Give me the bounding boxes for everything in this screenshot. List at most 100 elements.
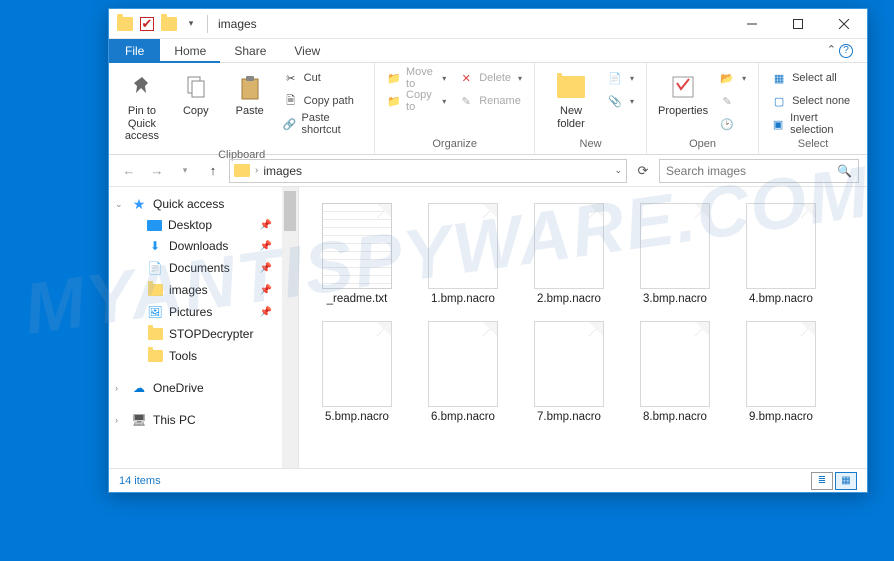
tab-share[interactable]: Share [220, 39, 280, 63]
address-bar[interactable]: › images ⌄ [229, 159, 627, 183]
select-none-button[interactable]: ▢Select none [767, 90, 859, 112]
new-item-button[interactable]: 📄▾ [603, 67, 638, 89]
ribbon-group-label: Organize [383, 136, 526, 152]
sidebar-item-desktop[interactable]: Desktop 📌 [109, 215, 298, 235]
move-to-icon: 📁 [387, 70, 401, 86]
up-button[interactable]: ↑ [201, 159, 225, 183]
file-item[interactable]: 3.bmp.nacro [625, 199, 725, 309]
downloads-icon: ⬇ [147, 238, 163, 254]
star-icon: ★ [131, 196, 147, 212]
address-dropdown-icon[interactable]: ⌄ [614, 165, 622, 176]
sidebar-item-pictures[interactable]: 🖼 Pictures 📌 [109, 301, 298, 323]
sidebar-item-stopdecrypter[interactable]: STOPDecrypter [109, 323, 298, 345]
forward-button[interactable]: → [145, 159, 169, 183]
copy-to-button[interactable]: 📁Copy to▾ [383, 90, 450, 112]
invert-selection-button[interactable]: ▣Invert selection [767, 113, 859, 135]
tab-home[interactable]: Home [160, 39, 220, 63]
address-folder-icon [234, 164, 250, 177]
blank-file-icon [640, 203, 710, 289]
qat-properties-icon[interactable]: ✔ [137, 14, 157, 34]
chevron-down-icon: ⌄ [115, 199, 123, 210]
cut-icon: ✂ [283, 70, 299, 86]
file-item[interactable]: 9.bmp.nacro [731, 317, 831, 427]
file-item[interactable]: 1.bmp.nacro [413, 199, 513, 309]
search-box[interactable]: 🔍 [659, 159, 859, 183]
breadcrumb-segment[interactable]: images [263, 164, 302, 178]
file-item[interactable]: _readme.txt [307, 199, 407, 309]
ribbon: Pin to Quick access Copy Paste ✂Cut 🗎Cop… [109, 63, 867, 155]
search-input[interactable] [666, 164, 831, 178]
copy-path-button[interactable]: 🗎Copy path [279, 90, 367, 112]
paste-shortcut-button[interactable]: 🔗Paste shortcut [279, 113, 367, 135]
copy-button[interactable]: Copy [171, 67, 221, 122]
edit-button[interactable]: ✎ [715, 90, 750, 112]
paste-button[interactable]: Paste [225, 67, 275, 122]
rename-button[interactable]: ✎Rename [454, 90, 526, 112]
pin-icon: 📌 [260, 220, 272, 231]
new-folder-button[interactable]: New folder [543, 67, 599, 134]
sidebar-scrollbar[interactable] [282, 187, 298, 468]
history-button[interactable]: 🕑 [715, 113, 750, 135]
sidebar-item-onedrive[interactable]: › ☁ OneDrive [109, 377, 298, 399]
qat-dropdown-icon[interactable]: ▾ [181, 14, 201, 34]
refresh-button[interactable]: ⟳ [631, 163, 655, 179]
file-item[interactable]: 5.bmp.nacro [307, 317, 407, 427]
file-pane[interactable]: _readme.txt 1.bmp.nacro2.bmp.nacro 3.bmp.n… [299, 187, 867, 468]
maximize-button[interactable] [775, 9, 821, 39]
copy-icon [180, 71, 212, 103]
select-none-icon: ▢ [771, 93, 787, 109]
status-item-count: 14 items [119, 475, 161, 487]
properties-icon [667, 71, 699, 103]
statusbar: 14 items ≣ ▦ [109, 468, 867, 492]
delete-button[interactable]: ✕Delete▾ [454, 67, 526, 89]
view-large-icons-button[interactable]: ▦ [835, 472, 857, 490]
file-item[interactable]: 7.bmp.nacro [519, 317, 619, 427]
navbar: ← → ▾ ↑ › images ⌄ ⟳ 🔍 [109, 155, 867, 187]
sidebar-item-tools[interactable]: Tools [109, 345, 298, 367]
sidebar-item-downloads[interactable]: ⬇ Downloads 📌 [109, 235, 298, 257]
file-item[interactable]: 4.bmp.nacro [731, 199, 831, 309]
blank-file-icon [428, 321, 498, 407]
close-button[interactable] [821, 9, 867, 39]
documents-icon: 📄 [147, 260, 163, 276]
view-details-button[interactable]: ≣ [811, 472, 833, 490]
search-icon[interactable]: 🔍 [837, 164, 852, 178]
recent-dropdown[interactable]: ▾ [173, 159, 197, 183]
folder-icon [147, 282, 163, 298]
ribbon-collapse-button[interactable]: ⌃ ? [819, 43, 867, 58]
easy-access-icon: 📎 [607, 93, 623, 109]
help-icon[interactable]: ? [839, 44, 853, 58]
minimize-button[interactable] [729, 9, 775, 39]
sidebar-item-documents[interactable]: 📄 Documents 📌 [109, 257, 298, 279]
file-item[interactable]: 2.bmp.nacro [519, 199, 619, 309]
file-tab[interactable]: File [109, 39, 160, 63]
file-item[interactable]: 6.bmp.nacro [413, 317, 513, 427]
qat-folder-icon[interactable] [115, 14, 135, 34]
move-to-button[interactable]: 📁Move to▾ [383, 67, 450, 89]
tab-view[interactable]: View [280, 39, 334, 63]
sidebar-quick-access[interactable]: ⌄ ★ Quick access [109, 193, 298, 215]
pin-quick-access-button[interactable]: Pin to Quick access [117, 67, 167, 147]
properties-button[interactable]: Properties [655, 67, 711, 122]
file-name-label: 5.bmp.nacro [325, 411, 389, 423]
open-button[interactable]: 📂▾ [715, 67, 750, 89]
file-item[interactable]: 8.bmp.nacro [625, 317, 725, 427]
cut-button[interactable]: ✂Cut [279, 67, 367, 89]
ribbon-group-organize: 📁Move to▾ 📁Copy to▾ ✕Delete▾ ✎Rename Org… [375, 63, 535, 154]
breadcrumb-sep-icon: › [255, 165, 258, 176]
sidebar-item-this-pc[interactable]: › 🖥 This PC [109, 409, 298, 431]
sidebar-item-images[interactable]: images 📌 [109, 279, 298, 301]
file-name-label: 6.bmp.nacro [431, 411, 495, 423]
blank-file-icon [746, 321, 816, 407]
blank-file-icon [428, 203, 498, 289]
back-button[interactable]: ← [117, 159, 141, 183]
select-all-button[interactable]: ▦Select all [767, 67, 859, 89]
chevron-right-icon: › [115, 415, 118, 425]
easy-access-button[interactable]: 📎▾ [603, 90, 638, 112]
file-name-label: 3.bmp.nacro [643, 293, 707, 305]
qat-newfolder-icon[interactable] [159, 14, 179, 34]
ribbon-group-select: ▦Select all ▢Select none ▣Invert selecti… [759, 63, 867, 154]
paste-shortcut-icon: 🔗 [283, 116, 297, 132]
blank-file-icon [534, 321, 604, 407]
file-name-label: _readme.txt [327, 293, 388, 305]
